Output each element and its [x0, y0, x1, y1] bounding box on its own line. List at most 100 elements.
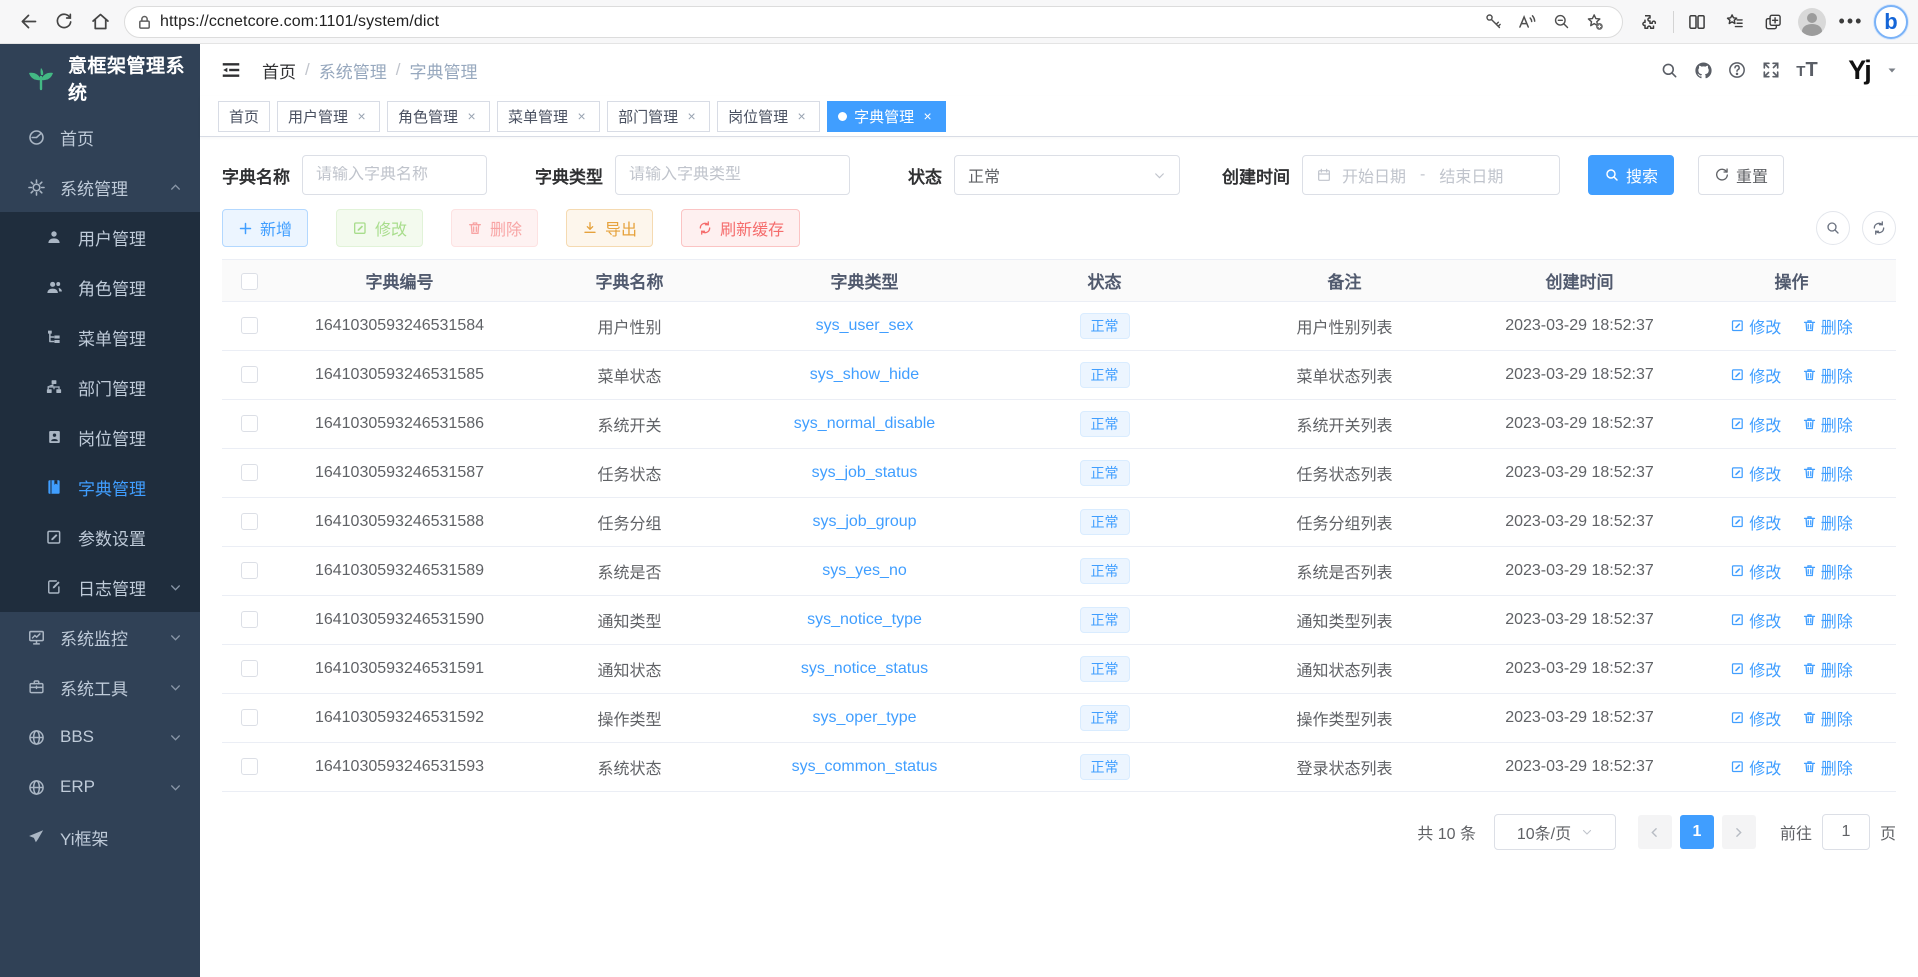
show-search-toggle[interactable]: [1816, 211, 1850, 245]
row-checkbox[interactable]: [241, 611, 258, 628]
sidebar-item-monitor[interactable]: 系统监控: [0, 612, 200, 662]
select-all-checkbox[interactable]: [241, 273, 258, 290]
browser-menu-icon[interactable]: •••: [1832, 4, 1870, 40]
dict-type-link[interactable]: sys_normal_disable: [794, 415, 935, 432]
close-icon[interactable]: ×: [354, 109, 369, 124]
row-edit-link[interactable]: 修改: [1730, 608, 1781, 632]
goto-page-input[interactable]: [1822, 814, 1870, 850]
sidebar-item-params[interactable]: 参数设置: [0, 512, 200, 562]
sidebar-item-logs[interactable]: 日志管理: [0, 562, 200, 612]
fullscreen-icon[interactable]: [1754, 53, 1788, 87]
sidebar-item-bbs[interactable]: BBS: [0, 712, 200, 762]
help-icon[interactable]: [1720, 53, 1754, 87]
read-aloud-icon[interactable]: [1510, 7, 1544, 37]
dict-type-link[interactable]: sys_user_sex: [816, 317, 914, 334]
favorite-add-icon[interactable]: [1578, 7, 1612, 37]
row-checkbox[interactable]: [241, 366, 258, 383]
refresh-table-button[interactable]: [1862, 211, 1896, 245]
favorites-bar-icon[interactable]: [1716, 4, 1754, 40]
row-edit-link[interactable]: 修改: [1730, 510, 1781, 534]
browser-profile-avatar[interactable]: [1798, 8, 1826, 36]
close-icon[interactable]: ×: [464, 109, 479, 124]
sidebar-item-home[interactable]: 首页: [0, 112, 200, 162]
row-edit-link[interactable]: 修改: [1730, 363, 1781, 387]
sidebar-collapse-icon[interactable]: [218, 57, 244, 83]
avatar-caret-icon[interactable]: [1886, 64, 1898, 76]
zoom-out-icon[interactable]: [1544, 7, 1578, 37]
row-edit-link[interactable]: 修改: [1730, 706, 1781, 730]
tab-users[interactable]: 用户管理×: [277, 101, 380, 132]
back-icon[interactable]: [10, 4, 46, 40]
row-checkbox[interactable]: [241, 513, 258, 530]
address-bar[interactable]: https://ccnetcore.com:1101/system/dict: [124, 6, 1623, 38]
breadcrumb-home[interactable]: 首页: [262, 58, 296, 83]
reset-button[interactable]: 重置: [1698, 155, 1784, 195]
dict-type-link[interactable]: sys_show_hide: [810, 366, 919, 383]
sidebar-item-roles[interactable]: 角色管理: [0, 262, 200, 312]
yi-logo-avatar[interactable]: Yj: [1840, 53, 1878, 87]
delete-button[interactable]: 删除: [451, 209, 538, 247]
tab-roles[interactable]: 角色管理×: [387, 101, 490, 132]
tab-dict[interactable]: 字典管理×: [827, 101, 946, 132]
sidebar-item-dict[interactable]: 字典管理: [0, 462, 200, 512]
extensions-icon[interactable]: [1631, 4, 1669, 40]
home-icon[interactable]: [82, 4, 118, 40]
row-checkbox[interactable]: [241, 464, 258, 481]
row-checkbox[interactable]: [241, 317, 258, 334]
split-screen-icon[interactable]: [1678, 4, 1716, 40]
row-edit-link[interactable]: 修改: [1730, 755, 1781, 779]
dict-type-link[interactable]: sys_notice_type: [807, 611, 922, 628]
dict-type-link[interactable]: sys_job_status: [812, 464, 918, 481]
dict-type-link[interactable]: sys_oper_type: [812, 709, 916, 726]
tab-departments[interactable]: 部门管理×: [607, 101, 710, 132]
header-search-icon[interactable]: [1652, 53, 1686, 87]
row-edit-link[interactable]: 修改: [1730, 461, 1781, 485]
close-icon[interactable]: ×: [920, 109, 935, 124]
row-delete-link[interactable]: 删除: [1802, 412, 1853, 436]
prev-page-button[interactable]: [1638, 815, 1672, 849]
tab-home[interactable]: 首页: [218, 101, 270, 132]
sidebar-item-departments[interactable]: 部门管理: [0, 362, 200, 412]
row-edit-link[interactable]: 修改: [1730, 412, 1781, 436]
page-number-1[interactable]: 1: [1680, 815, 1714, 849]
row-checkbox[interactable]: [241, 562, 258, 579]
sidebar-item-posts[interactable]: 岗位管理: [0, 412, 200, 462]
dict-type-link[interactable]: sys_job_group: [812, 513, 916, 530]
github-icon[interactable]: [1686, 53, 1720, 87]
close-icon[interactable]: ×: [794, 109, 809, 124]
row-edit-link[interactable]: 修改: [1730, 657, 1781, 681]
search-button[interactable]: 搜索: [1588, 155, 1674, 195]
row-delete-link[interactable]: 删除: [1802, 706, 1853, 730]
row-delete-link[interactable]: 删除: [1802, 510, 1853, 534]
dict-type-link[interactable]: sys_yes_no: [822, 562, 907, 579]
date-range-picker[interactable]: 开始日期 - 结束日期: [1302, 155, 1560, 195]
export-button[interactable]: 导出: [566, 209, 653, 247]
row-edit-link[interactable]: 修改: [1730, 314, 1781, 338]
dict-type-input[interactable]: [629, 166, 836, 184]
status-select[interactable]: 正常: [954, 155, 1180, 195]
refresh-icon[interactable]: [46, 4, 82, 40]
sidebar-item-erp[interactable]: ERP: [0, 762, 200, 812]
close-icon[interactable]: ×: [574, 109, 589, 124]
refresh-cache-button[interactable]: 刷新缓存: [681, 209, 800, 247]
edit-button[interactable]: 修改: [336, 209, 423, 247]
row-delete-link[interactable]: 删除: [1802, 657, 1853, 681]
url-text[interactable]: https://ccnetcore.com:1101/system/dict: [160, 13, 1476, 31]
add-button[interactable]: 新增: [222, 209, 308, 247]
row-delete-link[interactable]: 删除: [1802, 608, 1853, 632]
row-delete-link[interactable]: 删除: [1802, 314, 1853, 338]
sidebar-item-users[interactable]: 用户管理: [0, 212, 200, 262]
row-delete-link[interactable]: 删除: [1802, 755, 1853, 779]
row-delete-link[interactable]: 删除: [1802, 363, 1853, 387]
sidebar-item-tools[interactable]: 系统工具: [0, 662, 200, 712]
tab-menus[interactable]: 菜单管理×: [497, 101, 600, 132]
row-checkbox[interactable]: [241, 758, 258, 775]
next-page-button[interactable]: [1722, 815, 1756, 849]
row-delete-link[interactable]: 删除: [1802, 559, 1853, 583]
sidebar-item-yi-framework[interactable]: Yi框架: [0, 812, 200, 862]
dict-name-input[interactable]: [316, 166, 473, 184]
row-delete-link[interactable]: 删除: [1802, 461, 1853, 485]
row-checkbox[interactable]: [241, 660, 258, 677]
row-checkbox[interactable]: [241, 709, 258, 726]
tab-posts[interactable]: 岗位管理×: [717, 101, 820, 132]
